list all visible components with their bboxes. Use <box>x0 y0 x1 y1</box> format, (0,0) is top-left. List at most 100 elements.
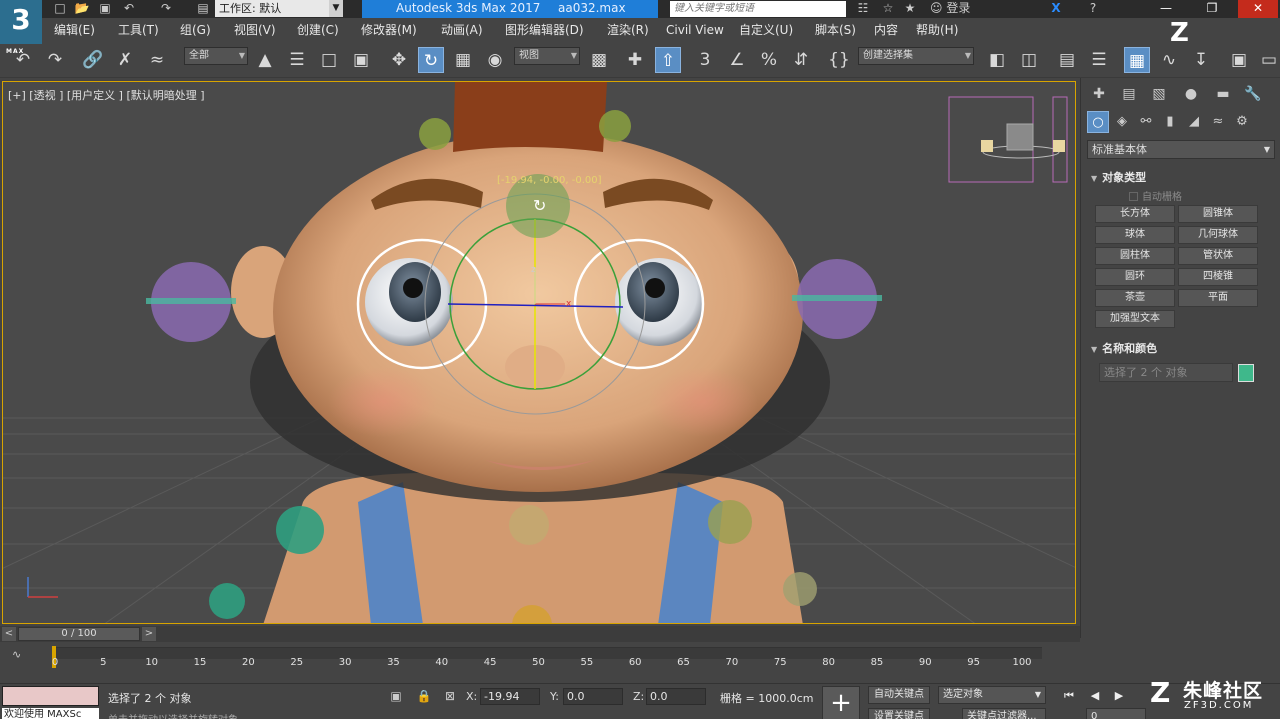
viewport-label[interactable]: [+] [透视 ] [用户定义 ] [默认明暗处理 ] <box>8 87 205 103</box>
key-filters-button[interactable]: 关键点过滤器... <box>962 708 1046 719</box>
track-bar[interactable]: ∿ 0 5 10 15 20 25 30 35 40 45 50 55 60 65 70 75 80 85 90 95… <box>0 644 1080 682</box>
menu-animation[interactable]: 动画(A) <box>441 21 483 39</box>
perspective-viewport[interactable]: ↻ x z [+] [透视 ] [用户定义 ] [默认明暗处理] [-19.9… <box>2 81 1076 624</box>
object-color-swatch[interactable] <box>1238 364 1254 382</box>
geosphere-button[interactable]: 几何球体 <box>1178 226 1258 244</box>
add-key-button[interactable]: + <box>822 686 860 719</box>
undo-icon[interactable]: ↶ <box>121 1 137 16</box>
project-folder-icon[interactable]: ▤ <box>195 1 211 16</box>
maxscript-listener-text[interactable]: 欢迎使用 MAXSc <box>2 708 99 719</box>
schematic-view-icon[interactable]: ↧ <box>1188 47 1214 73</box>
menu-views[interactable]: 视图(V) <box>234 21 276 39</box>
menu-create[interactable]: 创建(C) <box>297 21 339 39</box>
star-icon[interactable]: ☆ <box>880 1 896 16</box>
render-setup-icon[interactable]: ▭ <box>1256 47 1280 73</box>
menu-scripting[interactable]: 脚本(S) <box>815 21 856 39</box>
time-slider-next-button[interactable]: > <box>142 627 156 641</box>
torus-button[interactable]: 圆环 <box>1095 268 1175 286</box>
menu-civil-view[interactable]: Civil View <box>666 21 724 39</box>
reference-coordinate-dropdown[interactable]: 视图 ▼ <box>514 47 580 65</box>
tube-button[interactable]: 管状体 <box>1178 247 1258 265</box>
lights-icon[interactable]: ⚯ <box>1135 111 1157 133</box>
select-object-icon[interactable]: ▲ <box>252 47 278 73</box>
place-icon[interactable]: ◉ <box>482 47 508 73</box>
spinner-snap-icon[interactable]: ⇵ <box>788 47 814 73</box>
x-coord-field[interactable]: -19.94 <box>480 688 540 705</box>
menu-edit[interactable]: 编辑(E) <box>54 21 95 39</box>
shapes-icon[interactable]: ◈ <box>1111 111 1133 133</box>
play-icon[interactable]: ▶ <box>1110 688 1128 704</box>
select-by-name-icon[interactable]: ☰ <box>284 47 310 73</box>
angle-snap-icon[interactable]: ∠ <box>724 47 750 73</box>
viewcube-handle-right[interactable] <box>1053 140 1065 152</box>
exchange-icon[interactable]: X <box>1048 1 1064 16</box>
scene-explorer-icon[interactable]: ▤ <box>1054 47 1080 73</box>
save-file-icon[interactable]: ▣ <box>97 1 113 16</box>
menu-tools[interactable]: 工具(T) <box>118 21 159 39</box>
maxscript-mini-listener[interactable] <box>2 686 99 706</box>
hierarchy-tab-icon[interactable]: ▧ <box>1147 83 1171 105</box>
set-key-button[interactable]: 设置关键点 <box>868 708 930 719</box>
new-file-icon[interactable]: □ <box>52 1 68 16</box>
time-slider-prev-button[interactable]: < <box>2 627 16 641</box>
viewcube[interactable] <box>1006 123 1034 151</box>
cameras-icon[interactable]: ▮ <box>1159 111 1181 133</box>
material-editor-icon[interactable]: ▣ <box>1226 47 1252 73</box>
keyboard-shortcut-override-icon[interactable]: ⇧ <box>655 47 681 73</box>
menu-graph-editors[interactable]: 图形编辑器(D) <box>505 21 584 39</box>
bind-space-warp-icon[interactable]: ≈ <box>144 47 170 73</box>
cone-button[interactable]: 圆锥体 <box>1178 205 1258 223</box>
geometry-icon[interactable]: ○ <box>1087 111 1109 133</box>
text-plus-button[interactable]: 加强型文本 <box>1095 310 1175 328</box>
select-manipulate-icon[interactable]: ✚ <box>622 47 648 73</box>
menu-group[interactable]: 组(G) <box>180 21 211 39</box>
search-input[interactable]: 键入关键字或短语 <box>670 1 846 17</box>
object-type-rollout[interactable]: ▼ 对象类型 <box>1091 169 1146 185</box>
plane-button[interactable]: 平面 <box>1178 289 1258 307</box>
auto-key-button[interactable]: 自动关键点 <box>868 686 930 704</box>
star-filled-icon[interactable]: ★ <box>902 1 918 16</box>
helpers-icon[interactable]: ◢ <box>1183 111 1205 133</box>
time-slider-thumb[interactable]: 0 / 100 <box>18 627 140 641</box>
percent-snap-icon[interactable]: % <box>756 47 782 73</box>
motion-tab-icon[interactable]: ● <box>1179 83 1203 105</box>
create-tab-icon[interactable]: ✚ <box>1087 83 1111 105</box>
absolute-offset-mode-icon[interactable]: ⊠ <box>442 688 458 704</box>
redo-icon[interactable]: ↷ <box>42 47 68 73</box>
help-icon[interactable]: ? <box>1085 1 1101 16</box>
layer-explorer-icon[interactable]: ☰ <box>1086 47 1112 73</box>
key-mode-dropdown[interactable]: 选定对象 ▼ <box>938 686 1046 704</box>
autogrid-checkbox[interactable]: 自动栅格 <box>1129 188 1182 203</box>
pivot-center-icon[interactable]: ▩ <box>586 47 612 73</box>
restore-button[interactable]: ❐ <box>1192 0 1232 18</box>
align-icon[interactable]: ◫ <box>1016 47 1042 73</box>
redo-icon[interactable]: ↷ <box>158 1 174 16</box>
move-icon[interactable]: ✥ <box>386 47 412 73</box>
app-logo[interactable]: 3 MAX <box>0 0 42 55</box>
mirror-icon[interactable]: ◧ <box>984 47 1010 73</box>
pyramid-button[interactable]: 四棱锥 <box>1178 268 1258 286</box>
current-frame-field[interactable]: 0 <box>1086 708 1146 719</box>
y-coord-field[interactable]: 0.0 <box>563 688 623 705</box>
snaps-toggle-icon[interactable]: 3 <box>692 47 718 73</box>
window-crossing-icon[interactable]: ▣ <box>348 47 374 73</box>
named-selection-dropdown[interactable]: 创建选择集 ▼ <box>858 47 974 65</box>
menu-help[interactable]: 帮助(H) <box>916 21 958 39</box>
box-button[interactable]: 长方体 <box>1095 205 1175 223</box>
menu-rendering[interactable]: 渲染(R) <box>607 21 649 39</box>
menu-modifiers[interactable]: 修改器(M) <box>361 21 417 39</box>
sphere-button[interactable]: 球体 <box>1095 226 1175 244</box>
scale-icon[interactable]: ▦ <box>450 47 476 73</box>
workspace-selector[interactable]: 工作区: 默认 ▼ <box>215 0 343 17</box>
selection-lock-icon[interactable]: 🔒 <box>416 688 432 704</box>
object-name-field[interactable]: 选择了 2 个 对象 <box>1099 363 1233 382</box>
systems-icon[interactable]: ⚙ <box>1231 111 1253 133</box>
curve-editor-icon[interactable]: ∿ <box>1156 47 1182 73</box>
open-file-icon[interactable]: 📂 <box>74 1 90 16</box>
close-button[interactable]: ✕ <box>1238 0 1278 18</box>
link-icon[interactable]: 🔗 <box>80 47 106 73</box>
time-slider[interactable]: < 0 / 100 > <box>0 626 1080 642</box>
cylinder-button[interactable]: 圆柱体 <box>1095 247 1175 265</box>
rectangular-selection-icon[interactable]: □ <box>316 47 342 73</box>
modify-tab-icon[interactable]: ▤ <box>1117 83 1141 105</box>
